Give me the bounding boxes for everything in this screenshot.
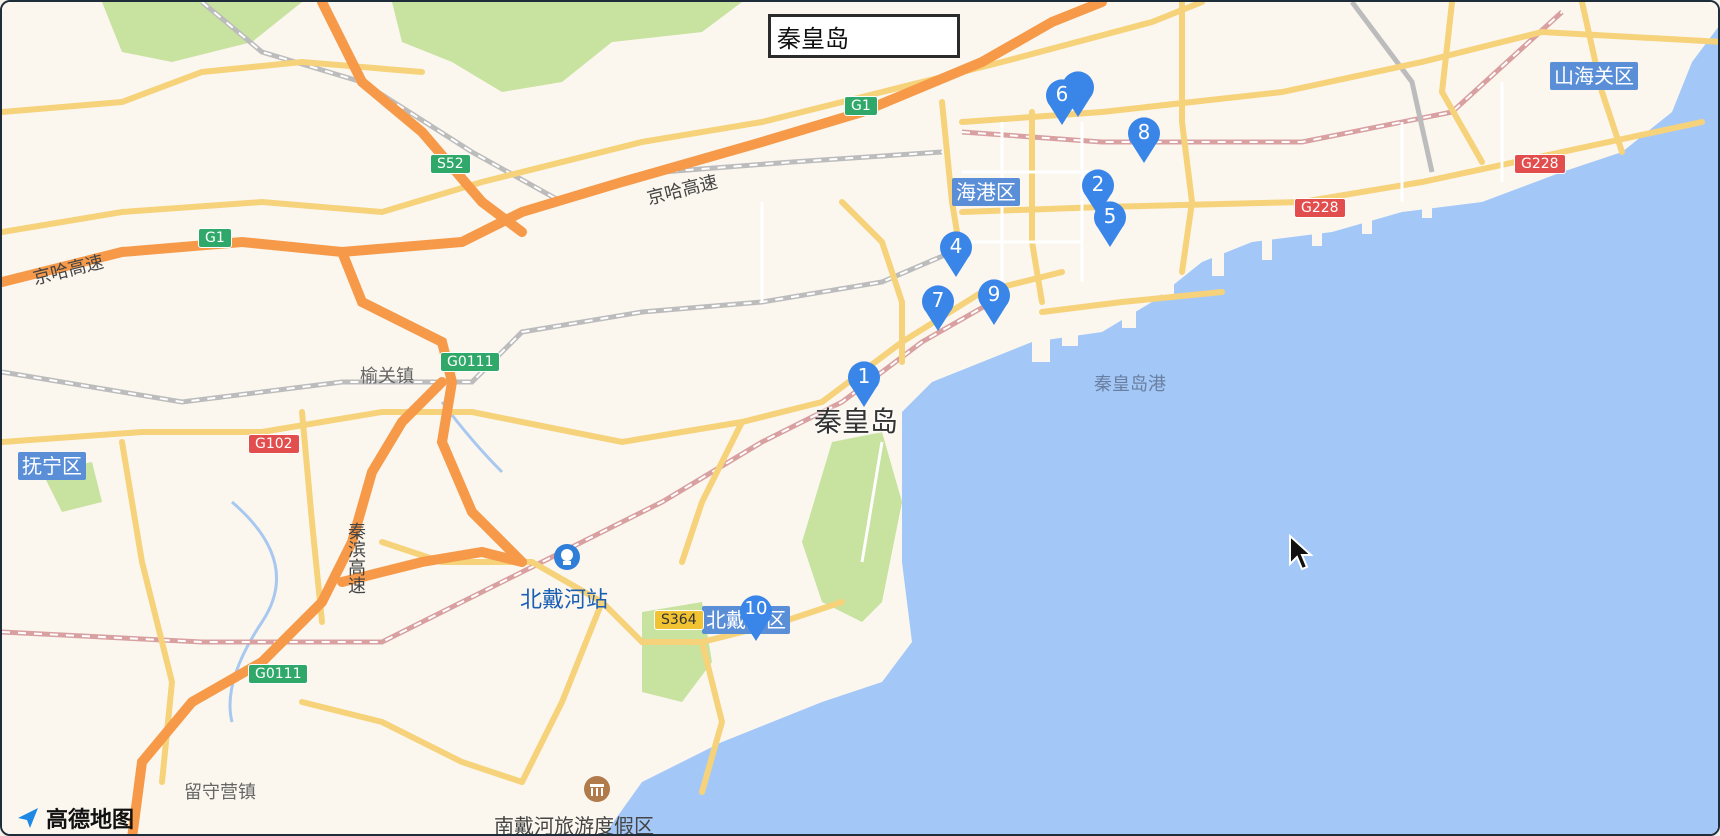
amap-logo[interactable]: 高德地图 bbox=[16, 802, 134, 834]
map-marker-4[interactable]: 4 bbox=[938, 228, 974, 278]
district-label-funing: 抚宁区 bbox=[18, 452, 86, 480]
place-label-port: 秦皇岛港 bbox=[1094, 374, 1166, 395]
district-label-haigang: 海港区 bbox=[952, 178, 1020, 206]
shield-s364: S364 bbox=[654, 610, 704, 630]
shield-g1-left: G1 bbox=[198, 228, 232, 248]
road-label-qinbin: 秦滨高速 bbox=[345, 522, 366, 594]
place-label-beidaihe-station: 北戴河站 bbox=[520, 588, 609, 613]
map-marker-6[interactable]: 6 bbox=[1044, 76, 1080, 126]
amap-logo-icon bbox=[18, 808, 38, 828]
map-marker-5[interactable]: 5 bbox=[1092, 198, 1128, 248]
map-marker-7[interactable]: 7 bbox=[920, 282, 956, 332]
shield-g102: G102 bbox=[248, 434, 300, 454]
place-label-yuguan: 榆关镇 bbox=[360, 366, 414, 387]
map-marker-1[interactable]: 1 bbox=[846, 358, 882, 408]
mouse-cursor-icon bbox=[1289, 534, 1314, 571]
map-marker-10[interactable]: 10 bbox=[738, 592, 774, 642]
shield-g1-top: G1 bbox=[844, 96, 878, 116]
train-station-icon[interactable] bbox=[552, 542, 582, 572]
map-marker-8[interactable]: 8 bbox=[1126, 114, 1162, 164]
search-input[interactable] bbox=[768, 14, 960, 58]
shield-g0111-mid: G0111 bbox=[440, 352, 501, 372]
shield-g228-mid: G228 bbox=[1294, 198, 1346, 218]
map-container[interactable]: 海港区 山海关区 抚宁区 北戴河区 秦皇岛 秦皇岛港 榆关镇 北戴河站 南戴河旅… bbox=[0, 0, 1720, 836]
map-marker-9[interactable]: 9 bbox=[976, 276, 1012, 326]
shield-s52: S52 bbox=[430, 154, 471, 174]
place-label-liushouying: 留守营镇 bbox=[184, 782, 256, 803]
district-label-shanhaiguan: 山海关区 bbox=[1550, 62, 1638, 90]
place-label-nandaihe: 南戴河旅游度假区 bbox=[494, 814, 654, 836]
scenic-area-icon[interactable] bbox=[582, 774, 612, 804]
shield-g0111-bottom: G0111 bbox=[248, 664, 309, 684]
shield-g228-right: G228 bbox=[1514, 154, 1566, 174]
